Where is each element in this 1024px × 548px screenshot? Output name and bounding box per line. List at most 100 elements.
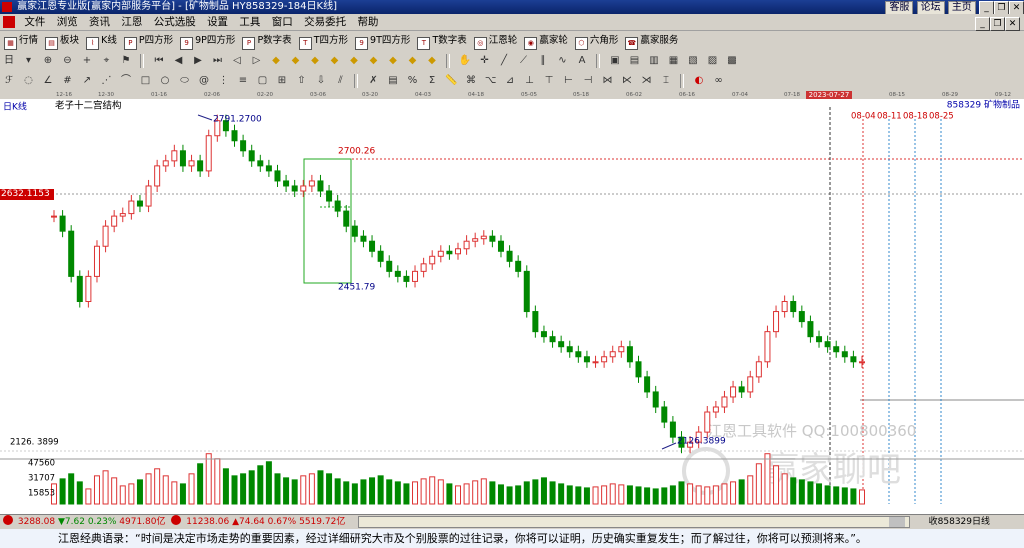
toolbar-gann-wheel[interactable]: ◎ 江恩轮 [473,31,517,51]
chart-icon-4[interactable]: ▦ [667,54,681,68]
menu-file[interactable]: 文件 [20,14,49,30]
speed-line-icon[interactable]: ⫽ [334,74,348,88]
diamond-icon-9[interactable]: ◆ [425,54,439,68]
toolbar-9p-square[interactable]: 9 9P四方形 [180,31,235,51]
right-arrow-icon[interactable]: ▷ [250,54,264,68]
close-icon[interactable]: ✕ [1009,1,1024,15]
percent-icon[interactable]: % [406,74,420,88]
infinity-icon[interactable]: ∞ [712,74,726,88]
service-link[interactable]: 客服 [885,1,914,15]
left-arrow-icon[interactable]: ◁ [230,54,244,68]
diamond-icon-1[interactable]: ◆ [269,54,283,68]
menu-gann[interactable]: 江恩 [117,14,146,30]
spiral-icon[interactable]: @ [197,74,211,88]
line-tool-icon[interactable]: ╱ [497,54,511,68]
menu-window[interactable]: 窗口 [268,14,297,30]
toolbar-sector[interactable]: ▤ 板块 [45,31,79,51]
menu-formula[interactable]: 公式选股 [150,14,200,30]
restore-icon[interactable]: ❐ [994,1,1009,15]
toolbar-quote[interactable]: ▦ 行情 [4,31,38,51]
angle-icon[interactable]: ∠ [41,74,55,88]
minimize-icon[interactable]: _ [979,1,994,15]
tool-icon-8[interactable]: ⋈ [601,74,615,88]
next-icon[interactable]: ▶ [191,54,205,68]
forum-link[interactable]: 论坛 [916,1,945,15]
kline-chart[interactable]: 日K线 老子十二宫结构 858329 矿物制品 08-04 08-11 08-1… [0,99,1024,514]
child-minimize-icon[interactable]: _ [975,17,990,31]
toolbar-winner-wheel[interactable]: ◉ 赢家轮 [524,31,568,51]
box-icon[interactable]: □ [139,74,153,88]
cycle-icon[interactable]: ◌ [22,74,36,88]
delete-icon[interactable]: ✗ [367,74,381,88]
circle-icon[interactable]: ○ [158,74,172,88]
menu-tools[interactable]: 工具 [235,14,264,30]
cross-cursor-icon[interactable]: ✛ [478,54,492,68]
toolbar-kline[interactable]: ⌇ K线 [86,31,117,51]
menu-settings[interactable]: 设置 [203,14,232,30]
fan-icon[interactable]: ⋰ [100,74,114,88]
chart-icon-5[interactable]: ▧ [686,54,700,68]
diamond-icon-2[interactable]: ◆ [289,54,303,68]
fibonacci-icon[interactable]: ℱ [2,74,16,88]
toolbar-p-table[interactable]: P P数字表 [242,31,292,51]
menu-trade[interactable]: 交易委托 [300,14,350,30]
zoom-out-icon[interactable]: ⊖ [61,54,75,68]
tool-icon-7[interactable]: ⊣ [581,74,595,88]
arc-icon[interactable]: ⌒ [119,74,133,88]
first-page-icon[interactable]: ⏮ [152,54,166,68]
toolbar-t-table[interactable]: T T数字表 [417,31,467,51]
chart-icon-3[interactable]: ▥ [647,54,661,68]
diamond-icon-5[interactable]: ◆ [347,54,361,68]
ruler-icon[interactable]: 📏 [445,74,459,88]
diamond-icon-3[interactable]: ◆ [308,54,322,68]
toolbar-service[interactable]: ☎ 赢家服务 [625,31,678,51]
trend-icon[interactable]: ↗ [80,74,94,88]
price-level-icon[interactable]: ≡ [236,74,250,88]
zoom-in-icon[interactable]: ⊕ [41,54,55,68]
last-page-icon[interactable]: ⏭ [211,54,225,68]
tool-icon-11[interactable]: ⌶ [659,74,673,88]
child-restore-icon[interactable]: ❐ [990,17,1005,31]
menu-news[interactable]: 资讯 [85,14,114,30]
grid-icon[interactable]: # [61,74,75,88]
stats-icon[interactable]: Σ [425,74,439,88]
diamond-icon-4[interactable]: ◆ [328,54,342,68]
gann-box-icon[interactable]: ⊞ [275,74,289,88]
child-close-icon[interactable]: ✕ [1005,17,1020,31]
tool-icon-5[interactable]: ⊤ [542,74,556,88]
menu-help[interactable]: 帮助 [353,14,382,30]
tool-icon-9[interactable]: ⋉ [620,74,634,88]
tool-icon-6[interactable]: ⊢ [562,74,576,88]
tool-icon-4[interactable]: ⊥ [523,74,537,88]
tool-icon-2[interactable]: ⌥ [484,74,498,88]
channel-tool-icon[interactable]: ∥ [536,54,550,68]
scrollbar-thumb[interactable] [889,517,905,527]
dropdown-arrow-icon[interactable]: ▾ [22,54,36,68]
toolbar-hexagon[interactable]: ⬡ 六角形 [574,31,618,51]
toolbar-p-square[interactable]: P P四方形 [123,31,173,51]
arrow-up-icon[interactable]: ⇧ [295,74,309,88]
time-zone-icon[interactable]: ⋮ [217,74,231,88]
chart-icon-6[interactable]: ▨ [706,54,720,68]
ellipse-icon[interactable]: ⬭ [178,74,192,88]
flag-icon[interactable]: ⚑ [119,54,133,68]
horizontal-scrollbar[interactable] [358,516,910,528]
tool-icon-3[interactable]: ⊿ [503,74,517,88]
text-tool-icon[interactable]: A [575,54,589,68]
toolbar-t-square[interactable]: T T四方形 [298,31,348,51]
period-selector[interactable]: 日 [2,54,16,68]
square-icon[interactable]: ▢ [256,74,270,88]
diamond-icon-6[interactable]: ◆ [367,54,381,68]
chart-icon-2[interactable]: ▤ [628,54,642,68]
diamond-icon-8[interactable]: ◆ [406,54,420,68]
homepage-link[interactable]: 主页 [947,1,976,15]
ray-tool-icon[interactable]: ⟋ [517,54,531,68]
chart-icon-1[interactable]: ▣ [608,54,622,68]
chart-icon-7[interactable]: ▩ [725,54,739,68]
table-icon[interactable]: ▤ [386,74,400,88]
arrow-down-icon[interactable]: ⇩ [314,74,328,88]
plus-icon[interactable]: + [80,54,94,68]
tool-icon-10[interactable]: ⋊ [640,74,654,88]
hand-icon[interactable]: ✋ [458,54,472,68]
diamond-icon-7[interactable]: ◆ [386,54,400,68]
